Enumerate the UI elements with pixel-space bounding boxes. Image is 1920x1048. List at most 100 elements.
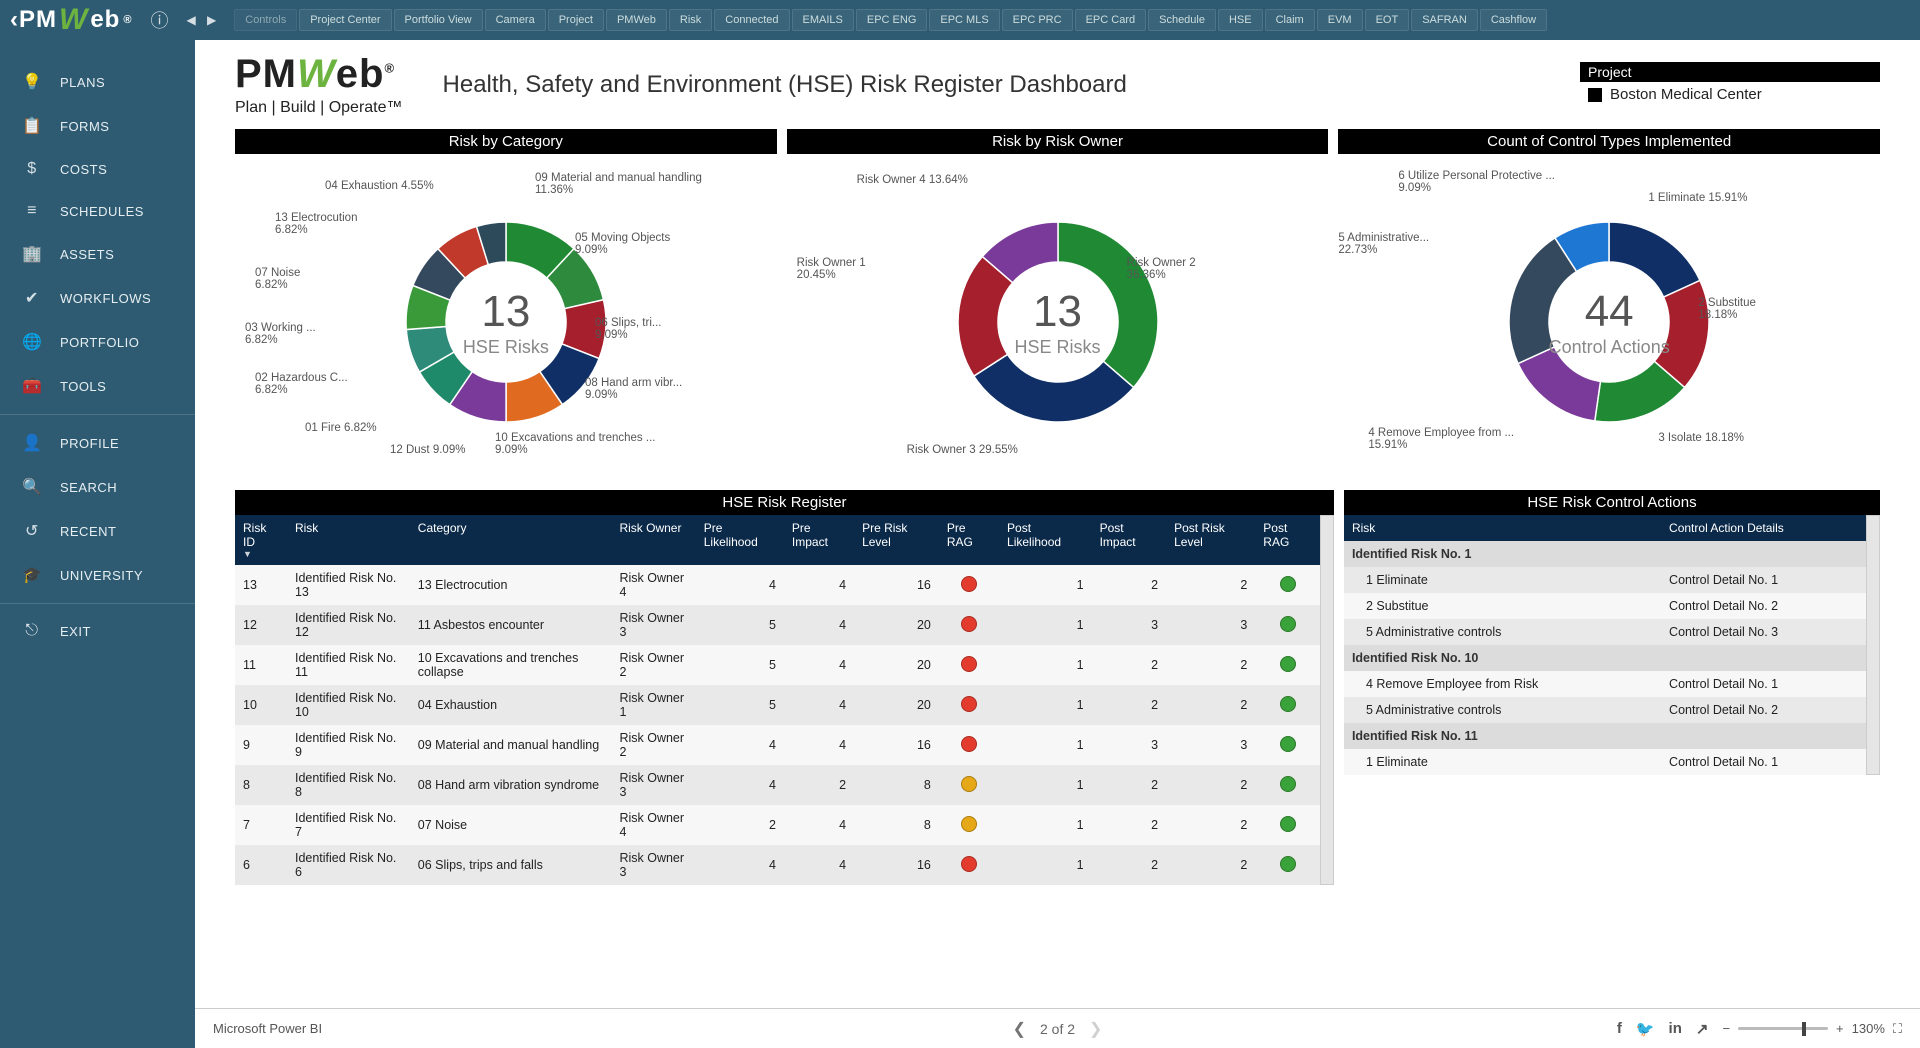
sidebar-item[interactable]: ⎋EXIT [0, 610, 195, 652]
controls-scrollbar[interactable] [1866, 515, 1880, 775]
top-tab[interactable]: Project Center [299, 9, 391, 31]
sidebar-item[interactable]: 👤PROFILE [0, 421, 195, 465]
sidebar-item-label: SCHEDULES [60, 204, 144, 219]
sidebar-item-label: UNIVERSITY [60, 568, 143, 583]
top-tab[interactable]: Portfolio View [394, 9, 483, 31]
donut-chart[interactable]: Count of Control Types Implemented 44 Co… [1338, 129, 1880, 482]
table-row[interactable]: 6Identified Risk No. 606 Slips, trips an… [235, 845, 1320, 885]
top-tab[interactable]: EVM [1317, 9, 1363, 31]
sidebar-item[interactable]: 🧰TOOLS [0, 364, 195, 408]
chart-data-label: 08 Hand arm vibr...9.09% [585, 377, 682, 401]
table-row[interactable]: 10Identified Risk No. 1004 ExhaustionRis… [235, 685, 1320, 725]
register-col-header[interactable]: Risk ID▼ [235, 515, 287, 565]
chart-data-label: 05 Moving Objects9.09% [575, 232, 670, 256]
sidebar-item[interactable]: ≡SCHEDULES [0, 190, 195, 232]
top-tab[interactable]: Claim [1265, 9, 1315, 31]
sidebar-item[interactable]: ✔WORKFLOWS [0, 276, 195, 320]
rag-indicator-icon [1280, 576, 1296, 592]
sidebar-item[interactable]: 💡PLANS [0, 60, 195, 104]
top-tab[interactable]: Schedule [1148, 9, 1216, 31]
group-header-row[interactable]: Identified Risk No. 10 [1344, 645, 1866, 671]
register-col-header[interactable]: Pre Impact [784, 515, 854, 565]
sidebar-item[interactable]: 🌐PORTFOLIO [0, 320, 195, 364]
top-tab[interactable]: PMWeb [606, 9, 667, 31]
sidebar-item[interactable]: ↺RECENT [0, 509, 195, 553]
donut-chart[interactable]: Risk by Category 13 HSE Risks 09 Materia… [235, 129, 777, 482]
top-tab[interactable]: Risk [669, 9, 712, 31]
sidebar-item[interactable]: $COSTS [0, 148, 195, 190]
top-tab[interactable]: EPC MLS [929, 9, 999, 31]
linkedin-icon[interactable]: in [1669, 1020, 1682, 1037]
register-col-header[interactable]: Post Risk Level [1166, 515, 1255, 565]
register-col-header[interactable]: Pre RAG [939, 515, 999, 565]
nav-arrows[interactable]: ◀ ▶ [186, 13, 220, 27]
top-tab[interactable]: Camera [485, 9, 546, 31]
group-header-row[interactable]: Identified Risk No. 1 [1344, 541, 1866, 567]
sidebar-item-label: ASSETS [60, 247, 114, 262]
share-icon[interactable]: ↗ [1696, 1020, 1709, 1038]
filter-checkbox-icon[interactable] [1588, 88, 1602, 102]
top-tab[interactable]: SAFRAN [1411, 9, 1478, 31]
twitter-icon[interactable]: 🐦 [1636, 1020, 1655, 1038]
facebook-icon[interactable]: f [1617, 1020, 1622, 1037]
chart-data-label: 07 Noise6.82% [255, 267, 300, 291]
register-col-header[interactable]: Risk [287, 515, 410, 565]
top-tab[interactable]: Connected [714, 9, 789, 31]
rag-indicator-icon [1280, 776, 1296, 792]
register-col-header[interactable]: Risk Owner [611, 515, 695, 565]
top-tab[interactable]: EPC ENG [856, 9, 928, 31]
project-filter[interactable]: Project Boston Medical Center [1580, 62, 1880, 107]
table-row[interactable]: 5 Administrative controlsControl Detail … [1344, 619, 1866, 645]
top-tab[interactable]: Cashflow [1480, 9, 1547, 31]
rag-indicator-icon [961, 656, 977, 672]
table-row[interactable]: 13Identified Risk No. 1313 Electrocution… [235, 565, 1320, 605]
donut-chart[interactable]: Risk by Risk Owner 13 HSE Risks Risk Own… [787, 129, 1329, 482]
sidebar-icon: 🔍 [22, 477, 42, 497]
register-col-header[interactable]: Pre Risk Level [854, 515, 939, 565]
group-header-row[interactable]: Identified Risk No. 11 [1344, 723, 1866, 749]
table-row[interactable]: 11Identified Risk No. 1110 Excavations a… [235, 645, 1320, 685]
table-row[interactable]: 5 Administrative controlsControl Detail … [1344, 697, 1866, 723]
top-tab[interactable]: EOT [1365, 9, 1410, 31]
sidebar-item[interactable]: 📋FORMS [0, 104, 195, 148]
zoom-out-icon[interactable]: − [1722, 1021, 1730, 1036]
top-tab[interactable]: Controls [234, 9, 297, 31]
zoom-in-icon[interactable]: + [1836, 1021, 1844, 1036]
next-page-icon[interactable]: ❯ [1089, 1019, 1102, 1039]
table-row[interactable]: 2 SubstitueControl Detail No. 2 [1344, 593, 1866, 619]
zoom-control[interactable]: − + 130% ⛶ [1722, 1021, 1902, 1037]
sidebar-icon: 💡 [22, 72, 42, 92]
rag-indicator-icon [961, 816, 977, 832]
top-tab[interactable]: EPC PRC [1002, 9, 1073, 31]
controls-col-header[interactable]: Control Action Details [1661, 515, 1866, 541]
sidebar-item[interactable]: 🎓UNIVERSITY [0, 553, 195, 597]
fullscreen-icon[interactable]: ⛶ [1893, 1021, 1902, 1037]
table-row[interactable]: 12Identified Risk No. 1211 Asbestos enco… [235, 605, 1320, 645]
table-row[interactable]: 9Identified Risk No. 909 Material and ma… [235, 725, 1320, 765]
table-row[interactable]: 1 EliminateControl Detail No. 1 [1344, 749, 1866, 775]
register-col-header[interactable]: Post Likelihood [999, 515, 1092, 565]
register-col-header[interactable]: Post Impact [1092, 515, 1167, 565]
info-icon[interactable]: ⓘ [150, 7, 168, 33]
top-tab[interactable]: Project [548, 9, 604, 31]
sidebar-icon: 🧰 [22, 376, 42, 396]
controls-col-header[interactable]: Risk [1344, 515, 1661, 541]
chart-data-label: Risk Owner 236.36% [1127, 257, 1196, 281]
sidebar-item[interactable]: 🏢ASSETS [0, 232, 195, 276]
top-tab[interactable]: EPC Card [1075, 9, 1147, 31]
table-row[interactable]: 7Identified Risk No. 707 NoiseRisk Owner… [235, 805, 1320, 845]
prev-page-icon[interactable]: ❮ [1013, 1019, 1026, 1039]
top-tab[interactable]: EMAILS [792, 9, 854, 31]
register-col-header[interactable]: Post RAG [1255, 515, 1320, 565]
page-navigator[interactable]: ❮ 2 of 2 ❯ [1013, 1019, 1103, 1039]
table-row[interactable]: 1 EliminateControl Detail No. 1 [1344, 567, 1866, 593]
register-col-header[interactable]: Category [410, 515, 612, 565]
top-tab[interactable]: HSE [1218, 9, 1263, 31]
register-scrollbar[interactable] [1320, 515, 1334, 885]
register-col-header[interactable]: Pre Likelihood [696, 515, 784, 565]
table-row[interactable]: 4 Remove Employee from RiskControl Detai… [1344, 671, 1866, 697]
table-row[interactable]: 8Identified Risk No. 808 Hand arm vibrat… [235, 765, 1320, 805]
sidebar-item[interactable]: 🔍SEARCH [0, 465, 195, 509]
chart-data-label: Risk Owner 4 13.64% [857, 174, 968, 186]
chart-data-label: 06 Slips, tri...9.09% [595, 317, 661, 341]
